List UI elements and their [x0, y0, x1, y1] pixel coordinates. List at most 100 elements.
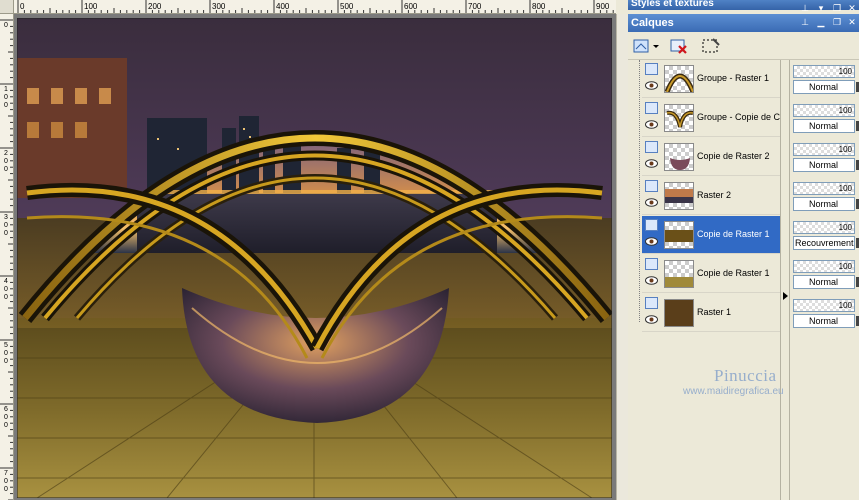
opacity-slider[interactable]: 100 — [793, 299, 855, 312]
layer-properties: 100 Normal — [791, 60, 859, 98]
pin-icon[interactable]: ⊥ — [800, 3, 810, 13]
layer-visibility-toggle[interactable] — [645, 141, 658, 153]
ruler-label: 600 — [404, 2, 418, 11]
minimize-icon[interactable]: ▾ — [816, 3, 826, 13]
eye-icon[interactable] — [645, 198, 658, 207]
layer-name: Copie de Raster 1 — [697, 229, 770, 239]
eye-icon[interactable] — [645, 159, 658, 168]
opacity-value: 100 — [838, 301, 852, 310]
new-raster-layer-button[interactable] — [632, 36, 659, 56]
layer-visibility-toggle[interactable] — [645, 258, 658, 270]
layer-visibility-toggle[interactable] — [645, 63, 658, 75]
layer-thumbnail — [664, 221, 694, 249]
ruler-label: 2 0 0 — [4, 150, 8, 173]
blend-mode-dropdown[interactable]: Normal — [793, 197, 855, 211]
blend-mode-dropdown[interactable]: Normal — [793, 158, 855, 172]
canvas-vertical-scrollbar[interactable] — [616, 14, 628, 500]
layers-panel-titlebar[interactable]: Calques ⊥ ▁ ❐ ✕ — [628, 14, 859, 32]
horizontal-ruler: 0 100 200 300 400 500 600 700 800 900 — [14, 0, 616, 14]
blend-mode-dropdown[interactable]: Normal — [793, 275, 855, 289]
ruler-label: 7 0 0 — [4, 470, 8, 493]
opacity-slider[interactable]: 100 — [793, 221, 855, 234]
ruler-label: 300 — [212, 2, 226, 11]
layers-panel-title: Calques — [631, 17, 674, 29]
layer-thumbnail — [664, 104, 694, 132]
opacity-slider[interactable]: 100 — [793, 104, 855, 117]
layer-thumbnail — [664, 182, 694, 210]
layer-properties: 100 Normal — [791, 177, 859, 215]
ruler-label: 0 — [20, 2, 25, 11]
layer-thumbnail — [664, 143, 694, 171]
ruler-label: 5 0 0 — [4, 342, 8, 365]
opacity-value: 100 — [838, 223, 852, 232]
layer-name: Copie de Raster 2 — [697, 151, 770, 161]
opacity-slider[interactable]: 100 — [793, 143, 855, 156]
eye-icon[interactable] — [645, 237, 658, 246]
layer-properties: 100 Normal — [791, 138, 859, 176]
styles-panel-titlebar[interactable]: Styles et textures ⊥ ▾ ❐ ✕ — [628, 0, 859, 13]
blend-mode-dropdown[interactable]: Normal — [793, 80, 855, 94]
layer-thumbnail — [664, 260, 694, 288]
layer-visibility-toggle[interactable] — [645, 102, 658, 114]
blend-mode-dropdown[interactable]: Normal — [793, 119, 855, 133]
layer-row[interactable]: Raster 2 — [642, 177, 780, 215]
layer-properties: 100 Normal — [791, 255, 859, 293]
ruler-label: 200 — [148, 2, 162, 11]
expand-arrow-icon[interactable] — [783, 292, 788, 300]
ruler-label: 400 — [276, 2, 290, 11]
layer-name: Copie de Raster 1 — [697, 268, 770, 278]
layer-row[interactable]: Copie de Raster 1 — [642, 255, 780, 293]
image-canvas[interactable] — [17, 18, 612, 498]
opacity-value: 100 — [838, 67, 852, 76]
edit-selection-icon — [702, 38, 720, 53]
layers-toolbar — [628, 32, 859, 60]
opacity-value: 100 — [838, 106, 852, 115]
layer-row[interactable]: Copie de Raster 1 — [642, 216, 780, 254]
layer-name: Raster 2 — [697, 190, 732, 200]
ruler-label: 4 0 0 — [4, 278, 8, 301]
restore-icon[interactable]: ❐ — [832, 17, 842, 27]
restore-icon[interactable]: ❐ — [832, 3, 842, 13]
blend-mode-dropdown[interactable]: Normal — [793, 314, 855, 328]
opacity-slider[interactable]: 100 — [793, 182, 855, 195]
layer-row[interactable]: Raster 1 — [642, 294, 780, 332]
close-icon[interactable]: ✕ — [847, 3, 857, 13]
ruler-label: 3 0 0 — [4, 214, 8, 237]
layer-visibility-toggle[interactable] — [645, 219, 658, 231]
layer-name: Raster 1 — [697, 307, 732, 317]
new-raster-layer-icon — [633, 39, 659, 53]
layer-properties: 100 Normal — [791, 294, 859, 332]
layer-row[interactable]: Groupe - Copie de Copie de Raster 1 — [642, 99, 781, 137]
layer-row[interactable]: Groupe - Raster 1 — [642, 60, 780, 98]
layer-row[interactable]: Copie de Raster 2 — [642, 138, 780, 176]
opacity-slider[interactable]: 100 — [793, 65, 855, 78]
ruler-label: 0 — [4, 22, 8, 29]
ruler-label: 6 0 0 — [4, 406, 8, 429]
layer-properties: 100 Normal — [791, 99, 859, 137]
canvas-frame — [14, 14, 616, 500]
close-icon[interactable]: ✕ — [847, 17, 857, 27]
minimize-icon[interactable]: ▁ — [816, 17, 826, 27]
eye-icon[interactable] — [645, 276, 658, 285]
ruler-label: 900 — [596, 2, 610, 11]
ruler-label: 1 0 0 — [4, 86, 8, 109]
layer-name: Groupe - Copie de Copie de Raster 1 — [697, 112, 781, 122]
layer-thumbnail — [664, 65, 694, 93]
opacity-value: 100 — [838, 262, 852, 271]
blend-mode-dropdown[interactable]: Recouvrement — [793, 236, 855, 250]
opacity-slider[interactable]: 100 — [793, 260, 855, 273]
delete-layer-icon — [670, 39, 687, 54]
edit-selection-button[interactable] — [700, 36, 722, 56]
layers-panel-splitter[interactable] — [780, 60, 790, 500]
eye-icon[interactable] — [645, 315, 658, 324]
eye-icon[interactable] — [645, 81, 658, 90]
layer-name: Groupe - Raster 1 — [697, 73, 770, 83]
opacity-value: 100 — [838, 145, 852, 154]
layer-thumbnail — [664, 299, 694, 327]
delete-layer-button[interactable] — [668, 36, 690, 56]
pin-icon[interactable]: ⊥ — [800, 17, 810, 27]
layer-visibility-toggle[interactable] — [645, 297, 658, 309]
eye-icon[interactable] — [645, 120, 658, 129]
ruler-label: 800 — [532, 2, 546, 11]
layer-visibility-toggle[interactable] — [645, 180, 658, 192]
